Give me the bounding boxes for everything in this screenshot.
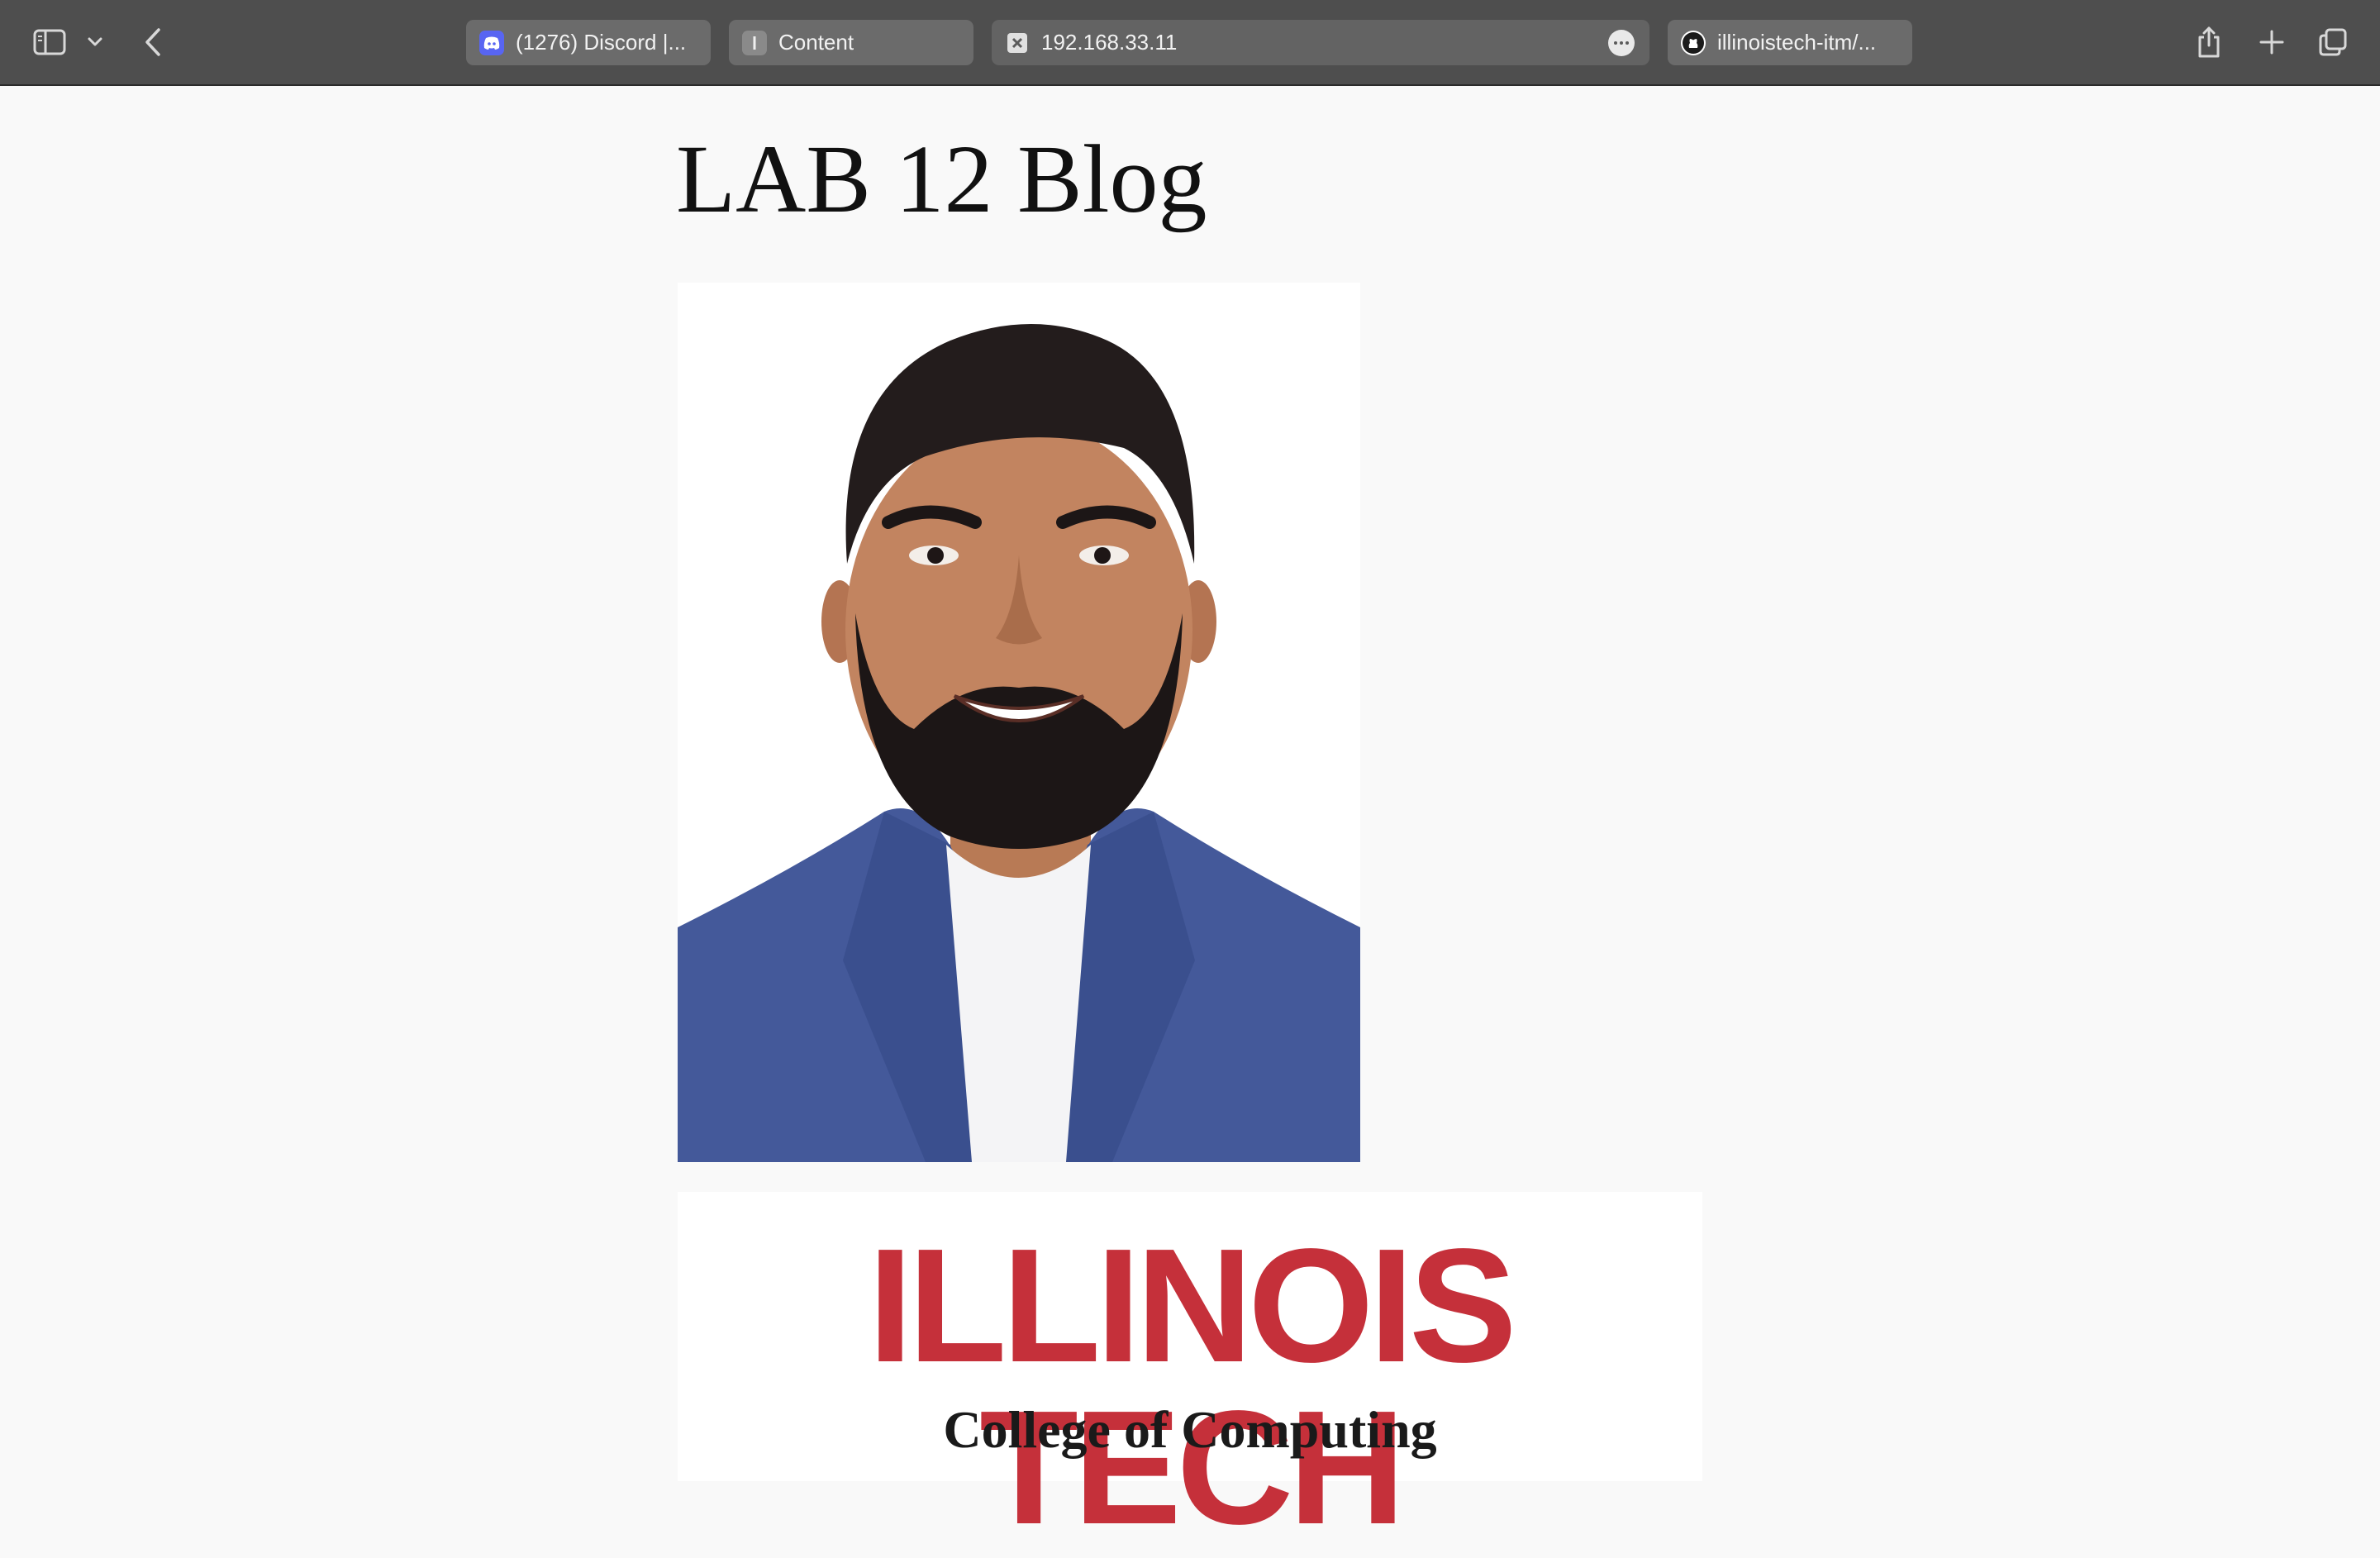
tab-overview-icon[interactable] <box>2316 25 2350 60</box>
discord-icon <box>479 30 504 55</box>
browser-toolbar: (1276) Discord |... Content 192.168.33.1… <box>0 0 2380 86</box>
profile-photo <box>678 283 1360 1162</box>
more-options-icon[interactable] <box>1608 30 1635 56</box>
tab-github[interactable]: illinoistech-itm/... <box>1668 20 1912 65</box>
web-page: LAB 12 Blog ILLINOIS TECH College of Com… <box>0 86 2380 1549</box>
chevron-down-icon[interactable] <box>86 33 104 51</box>
tab-label: 192.168.33.11 <box>1041 30 1178 55</box>
tab-label: Content <box>778 30 854 55</box>
tab-label: (1276) Discord |... <box>516 30 687 55</box>
tab-label: illinoistech-itm/... <box>1717 30 1877 55</box>
new-tab-icon[interactable] <box>2256 26 2287 58</box>
share-icon[interactable] <box>2193 23 2225 61</box>
broken-favicon-icon <box>1005 31 1030 55</box>
page-title: LAB 12 Blog <box>676 125 1207 233</box>
logo-subtitle: College of Computing <box>943 1400 1437 1459</box>
tab-discord[interactable]: (1276) Discord |... <box>466 20 711 65</box>
back-icon[interactable] <box>140 25 165 60</box>
github-icon <box>1681 30 1706 55</box>
tab-local-server[interactable]: 192.168.33.11 <box>992 20 1649 65</box>
illinois-tech-logo: ILLINOIS TECH College of Computing <box>678 1192 1702 1549</box>
page-favicon-icon <box>742 30 767 55</box>
logo-wordmark: ILLINOIS TECH <box>868 1215 1517 1558</box>
sidebar-toggle-icon[interactable] <box>31 26 68 58</box>
tab-content[interactable]: Content <box>729 20 973 65</box>
